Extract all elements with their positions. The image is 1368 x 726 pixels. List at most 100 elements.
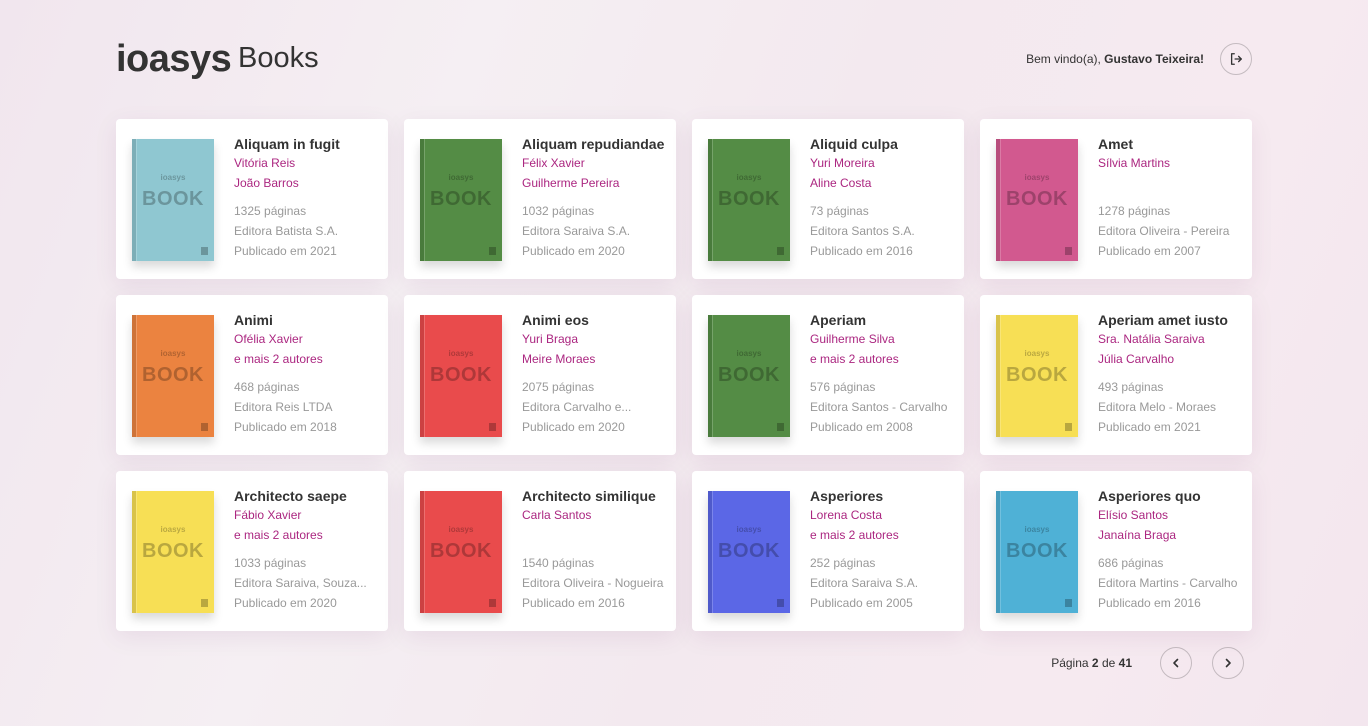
book-title: Aliquam repudiandae [522,136,665,152]
book-title: Amet [1098,136,1134,152]
book-card[interactable]: ioasys BOOK Asperiores Lorena Costa e mais 2… [692,471,964,631]
book-published: Publicado em 2021 [234,244,337,258]
logo-brand: ioasys [116,38,232,80]
book-published: Publicado em 2021 [1098,420,1201,434]
page-separator: de [1101,656,1116,670]
book-card[interactable]: ioasys BOOK Aliquam repudiandae Félix Xavie… [404,119,676,279]
book-publisher: Editora Carvalho e... [522,400,632,414]
book-published: Publicado em 2016 [1098,596,1201,610]
book-meta: 2075 páginas Editora Carvalho e... Publica… [522,377,668,437]
cover-mark [777,247,784,255]
cover-mark [1065,599,1072,607]
book-info: Aliquid culpa Yuri Moreira Aline Costa 73 p… [810,135,956,261]
book-cover: ioasys BOOK [996,315,1078,437]
book-card[interactable]: ioasys BOOK Animi Ofélia Xavier e mais 2 aut… [116,295,388,455]
book-card[interactable]: ioasys BOOK Asperiores quo Elísio Santos Jan… [980,471,1252,631]
cover-title: BOOK [718,364,780,386]
book-author: Júlia Carvalho [1098,352,1175,366]
book-info: Asperiores Lorena Costa e mais 2 autores 25… [810,487,956,613]
cover-mark [489,247,496,255]
book-card[interactable]: ioasys BOOK Aliquid culpa Yuri Moreira Aline… [692,119,964,279]
book-cover: ioasys BOOK [132,315,214,437]
book-card[interactable]: ioasys BOOK Amet Sílvia Martins 1278 páginas… [980,119,1252,279]
cover-mark [777,599,784,607]
book-card[interactable]: ioasys BOOK Animi eos Yuri Braga Meire Morae… [404,295,676,455]
cover-mark [1065,247,1072,255]
book-card[interactable]: ioasys BOOK Aperiam amet iusto Sra. Natália… [980,295,1252,455]
book-pages: 1540 páginas [522,556,595,570]
logout-button[interactable] [1220,43,1252,75]
book-author: e mais 2 autores [234,528,323,542]
book-info: Aliquam in fugit Vitória Reis João Barros 1… [234,135,380,261]
book-cover: ioasys BOOK [708,491,790,613]
cover-brand: ioasys [160,349,186,358]
book-card[interactable]: ioasys BOOK Architecto saepe Fábio Xavier e … [116,471,388,631]
pagination: Página 2 de 41 [944,647,1244,679]
book-published: Publicado em 2018 [234,420,337,434]
book-author: Guilherme Pereira [522,176,620,190]
book-publisher: Editora Santos - Carvalho [810,400,948,414]
next-page-button[interactable] [1212,647,1244,679]
book-author: Lorena Costa [810,508,883,522]
book-cover: ioasys BOOK [420,491,502,613]
cover-title: BOOK [430,188,492,210]
book-author [1098,173,1244,193]
book-pages: 686 páginas [1098,556,1164,570]
previous-page-button[interactable] [1160,647,1192,679]
book-publisher: Editora Oliveira - Pereira [1098,224,1230,238]
cover-brand: ioasys [448,349,474,358]
book-meta: 73 páginas Editora Santos S.A. Publicado e… [810,201,956,261]
page-label: Página [1051,656,1089,670]
book-title: Aliquam in fugit [234,136,340,152]
cover-title: BOOK [1006,188,1068,210]
book-author: Vitória Reis [234,156,296,170]
logo-product: Books [238,42,319,74]
book-publisher: Editora Saraiva, Souza... [234,576,367,590]
cover-brand: ioasys [160,173,186,182]
book-author: Guilherme Silva [810,332,895,346]
book-title: Aperiam [810,312,867,328]
book-author: e mais 2 autores [810,528,899,542]
cover-mark [777,423,784,431]
book-card[interactable]: ioasys BOOK Aliquam in fugit Vitória Reis Jo… [116,119,388,279]
book-card[interactable]: ioasys BOOK Architecto similique Carla Sant… [404,471,676,631]
book-author: Elísio Santos [1098,508,1169,522]
book-title: Asperiores quo [1098,488,1201,504]
book-publisher: Editora Saraiva S.A. [522,224,631,238]
book-publisher: Editora Santos S.A. [810,224,915,238]
book-published: Publicado em 2005 [810,596,913,610]
book-title: Asperiores [810,488,884,504]
cover-title: BOOK [430,540,492,562]
book-card[interactable]: ioasys BOOK Aperiam Guilherme Silva e mais 2… [692,295,964,455]
book-title: Aliquid culpa [810,136,898,152]
book-pages: 73 páginas [810,204,869,218]
book-info: Aperiam amet iusto Sra. Natália Saraiva Jú… [1098,311,1244,437]
book-pages: 468 páginas [234,380,300,394]
book-cover: ioasys BOOK [420,315,502,437]
cover-brand: ioasys [1024,349,1050,358]
book-author: Félix Xavier [522,156,585,170]
book-meta: 1033 páginas Editora Saraiva, Souza... Pub… [234,553,380,613]
cover-mark [201,599,208,607]
book-info: Animi eos Yuri Braga Meire Moraes 2075 pági… [522,311,668,437]
book-meta: 1032 páginas Editora Saraiva S.A. Publicad… [522,201,668,261]
book-author: Aline Costa [810,176,872,190]
book-author: Carla Santos [522,508,592,522]
book-published: Publicado em 2020 [234,596,337,610]
book-info: Aperiam Guilherme Silva e mais 2 autores 57… [810,311,956,437]
logout-icon [1230,53,1242,65]
page-current: 2 [1091,656,1099,670]
book-title: Animi [234,312,273,328]
cover-brand: ioasys [448,173,474,182]
book-publisher: Editora Reis LTDA [234,400,333,414]
book-author: e mais 2 autores [234,352,323,366]
book-info: Architecto saepe Fábio Xavier e mais 2 aut… [234,487,380,613]
book-title: Architecto similique [522,488,656,504]
book-publisher: Editora Martins - Carvalho [1098,576,1238,590]
book-author: e mais 2 autores [810,352,899,366]
book-author [522,525,668,545]
book-meta: 1325 páginas Editora Batista S.A. Publicad… [234,201,380,261]
book-info: Animi Ofélia Xavier e mais 2 autores 468 pá… [234,311,380,437]
welcome-message: Bem vindo(a), Gustavo Teixeira! [1026,52,1204,66]
book-author: Janaína Braga [1098,528,1177,542]
